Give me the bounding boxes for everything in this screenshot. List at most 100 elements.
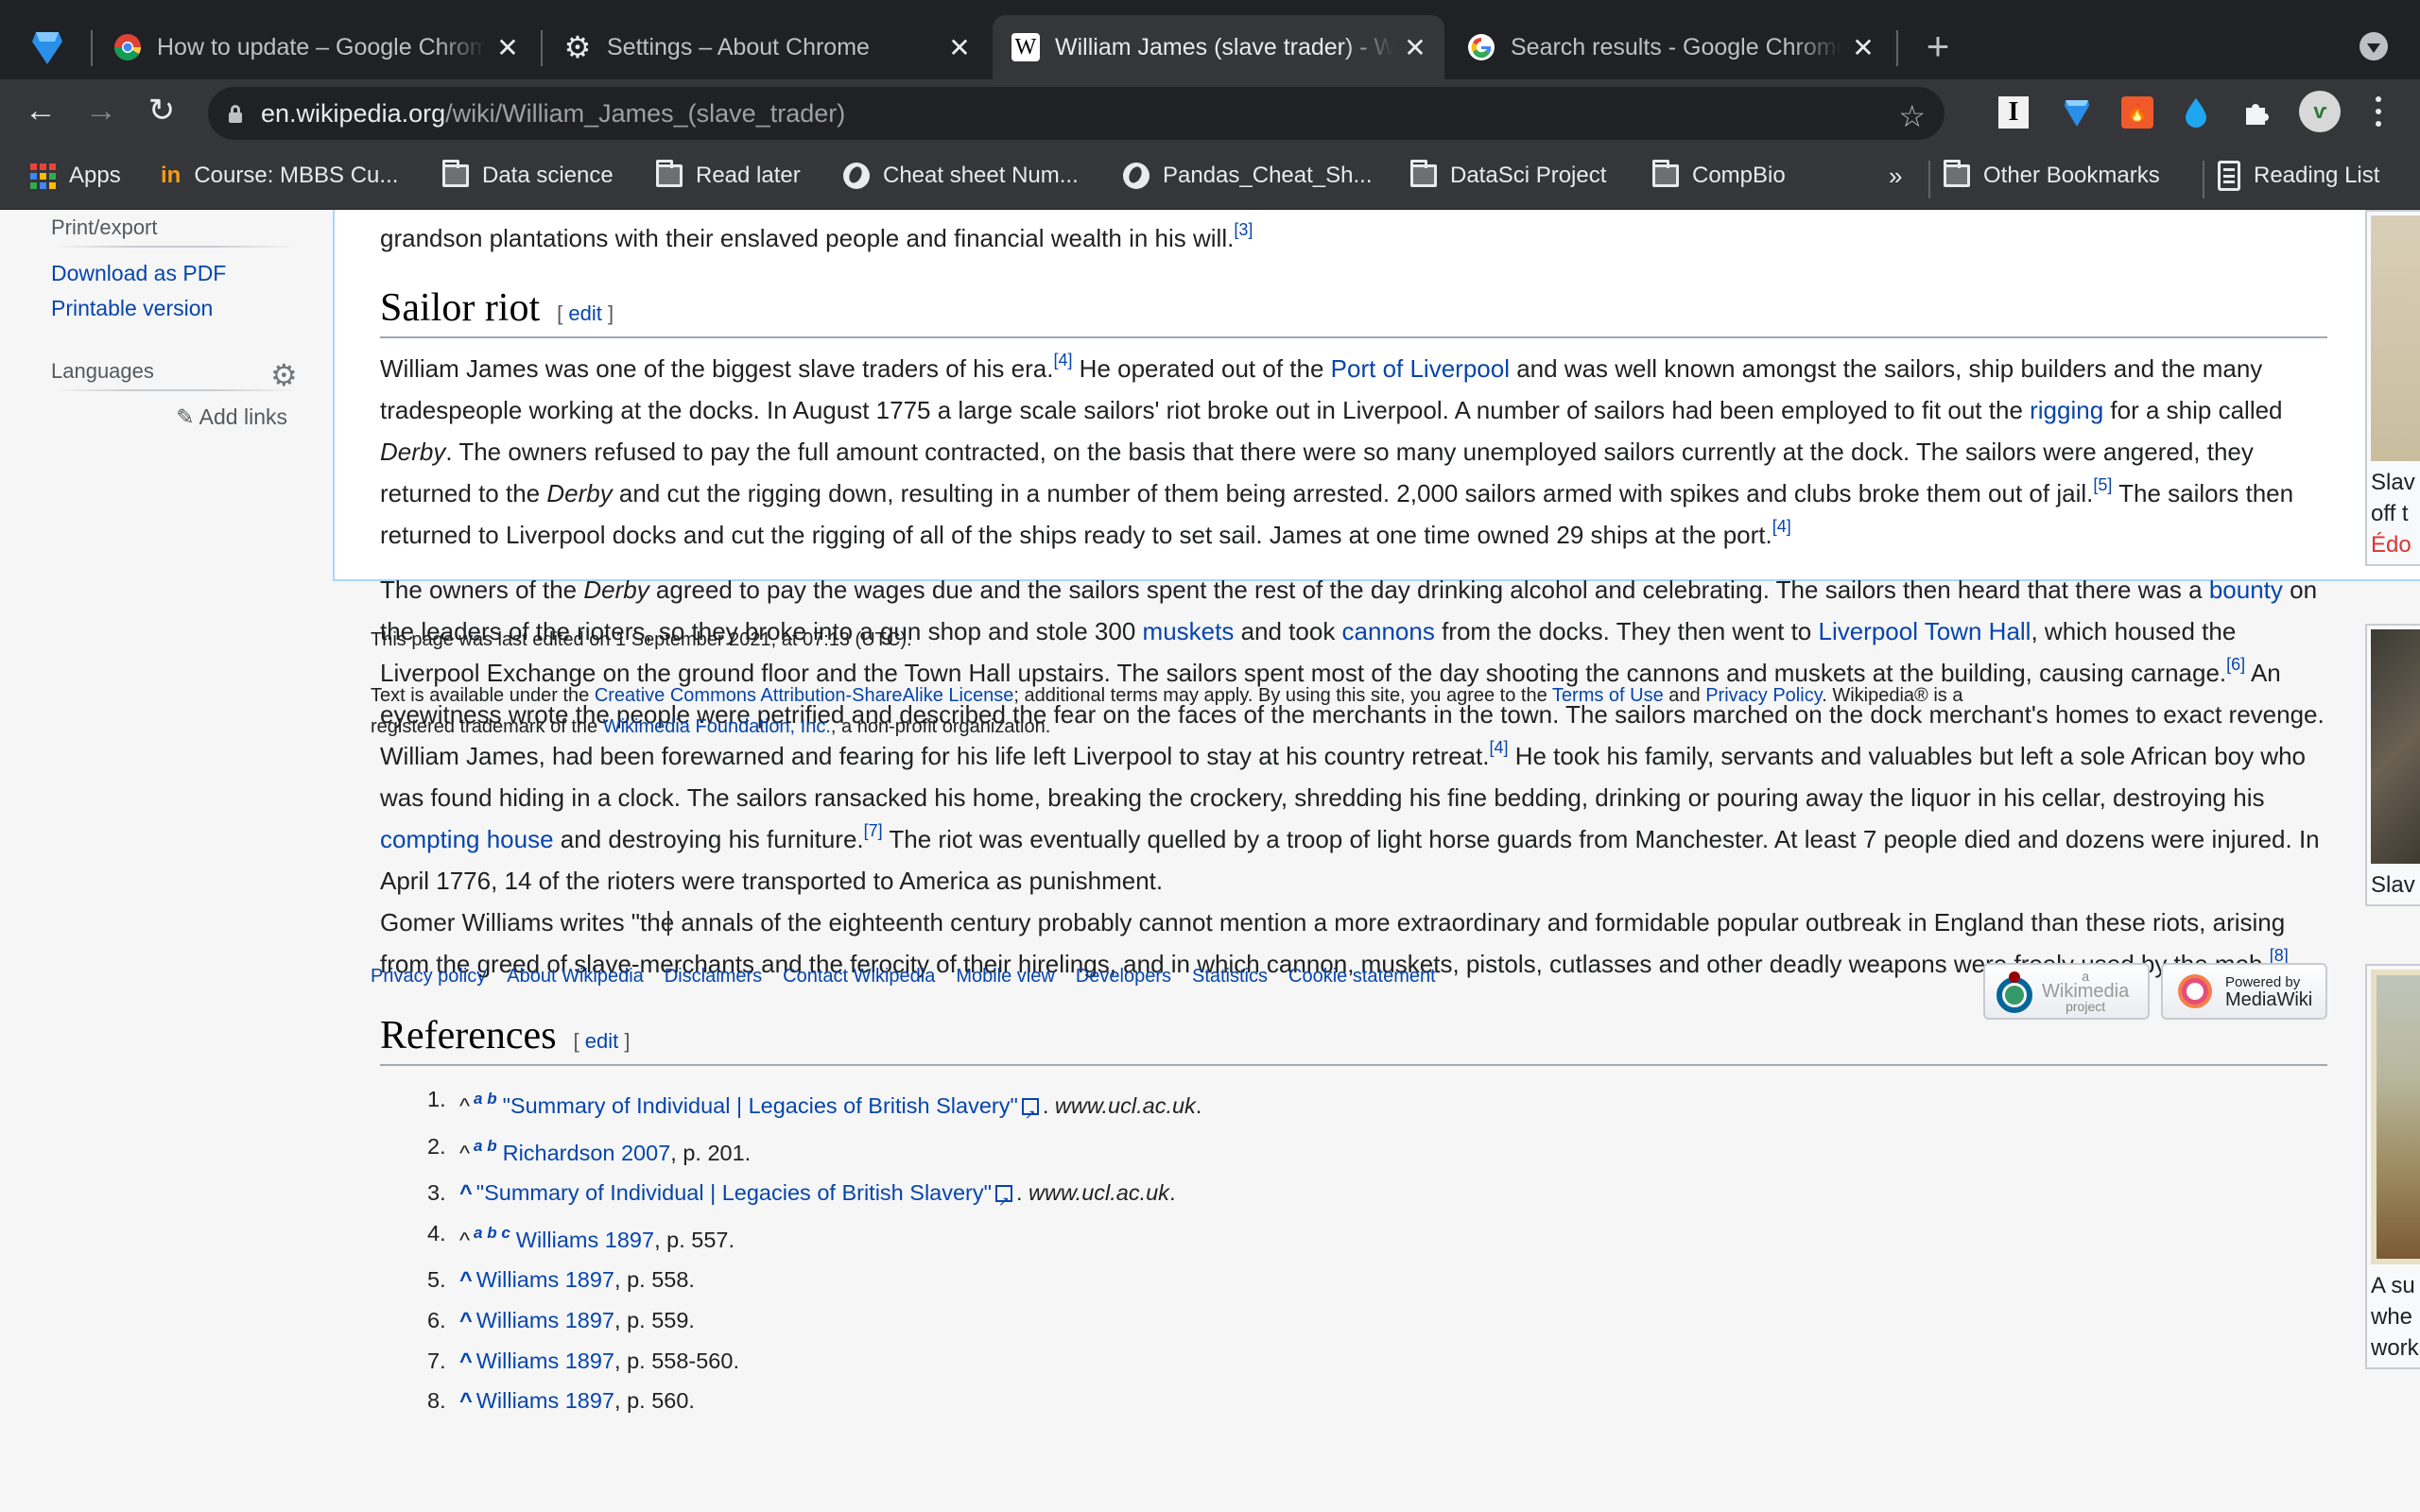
- printable-version-link[interactable]: Printable version: [51, 296, 297, 321]
- citation-link[interactable]: [4]: [1772, 517, 1791, 536]
- privacy-policy-link[interactable]: Privacy Policy: [1705, 685, 1822, 706]
- close-tab-icon[interactable]: ✕: [1401, 33, 1429, 62]
- citation-link[interactable]: [3]: [1234, 220, 1253, 239]
- arrow-left-icon: ←: [25, 92, 57, 129]
- extensions-puzzle-icon[interactable]: [2240, 96, 2273, 129]
- close-tab-icon[interactable]: ✕: [945, 33, 974, 62]
- tab-search-button[interactable]: [2360, 32, 2388, 60]
- footer-link-mobile-view[interactable]: Mobile view: [956, 966, 1054, 988]
- tab-william-james[interactable]: W William James (slave trader) - Wikiped…: [993, 15, 1444, 79]
- edit-section-link[interactable]: edit: [585, 1029, 618, 1053]
- bookmarks-overflow-button[interactable]: »: [1889, 159, 1902, 193]
- backlink-caret[interactable]: ^: [459, 1180, 473, 1205]
- reference-link[interactable]: Williams 1897: [516, 1228, 654, 1252]
- new-tab-button[interactable]: +: [1919, 26, 1957, 66]
- close-tab-icon[interactable]: ✕: [1849, 33, 1877, 62]
- cannons-link[interactable]: cannons: [1342, 617, 1435, 645]
- backlink-letters[interactable]: a b: [474, 1137, 497, 1155]
- reference-link[interactable]: Williams 1897: [476, 1267, 614, 1292]
- reading-list-button[interactable]: Reading List: [2218, 159, 2379, 193]
- cc-license-link[interactable]: Creative Commons Attribution-ShareAlike …: [595, 685, 1014, 706]
- footer-link-about[interactable]: About Wikipedia: [507, 966, 644, 988]
- reload-button[interactable]: ↻: [140, 89, 183, 132]
- reference-item: 8. ^ Williams 1897, p. 560.: [427, 1381, 2327, 1421]
- backlink-caret: ^: [459, 1093, 471, 1118]
- back-button[interactable]: ←: [19, 89, 62, 132]
- tab-settings-about-chrome[interactable]: ⚙ Settings – About Chrome ✕: [544, 15, 989, 79]
- bookmark-course[interactable]: in Course: MBBS Cu...: [161, 159, 398, 193]
- backlink-caret[interactable]: ^: [459, 1349, 473, 1373]
- bounty-link[interactable]: bounty: [2209, 576, 2283, 604]
- sugar-cane-image[interactable]: [2371, 970, 2420, 1264]
- profile-avatar[interactable]: ⱱ: [2299, 91, 2341, 132]
- add-links-button[interactable]: ✎ Add links: [51, 404, 297, 430]
- reference-link[interactable]: "Summary of Individual | Legacies of Bri…: [503, 1093, 1018, 1118]
- liverpool-town-hall-link[interactable]: Liverpool Town Hall: [1818, 617, 2031, 645]
- port-of-liverpool-link[interactable]: Port of Liverpool: [1331, 354, 1510, 383]
- bookmark-data-science[interactable]: Data science: [442, 159, 614, 193]
- reference-link[interactable]: "Summary of Individual | Legacies of Bri…: [476, 1180, 992, 1205]
- citation-link[interactable]: [7]: [864, 821, 883, 840]
- rigging-link[interactable]: rigging: [2030, 396, 2103, 424]
- language-settings-gear-icon[interactable]: ⚙: [270, 360, 298, 390]
- terms-of-use-link[interactable]: Terms of Use: [1552, 685, 1664, 706]
- instapaper-extension-icon[interactable]: I: [1998, 96, 2029, 129]
- backlink-letters[interactable]: a b c: [474, 1224, 510, 1242]
- backlink-letters[interactable]: a b: [474, 1090, 497, 1108]
- wikimedia-project-badge[interactable]: a Wikimedia project: [1983, 963, 2150, 1020]
- reference-link[interactable]: Williams 1897: [476, 1388, 614, 1413]
- bookmark-compbio[interactable]: CompBio: [1652, 159, 1786, 193]
- bookmark-star-icon[interactable]: ☆: [1898, 98, 1926, 134]
- folder-icon: [1944, 160, 1970, 187]
- footer-link-disclaimers[interactable]: Disclaimers: [665, 966, 762, 988]
- bookmark-datasci-project[interactable]: DataSci Project: [1410, 159, 1606, 193]
- slave-ship-image[interactable]: [2371, 215, 2420, 461]
- caption-redlink[interactable]: Édo: [2371, 529, 2420, 560]
- close-tab-icon[interactable]: ✕: [493, 33, 522, 62]
- reference-link[interactable]: Richardson 2007: [503, 1141, 671, 1165]
- url-text[interactable]: en.wikipedia.org/wiki/William_James_(sla…: [261, 99, 845, 129]
- footer-link-privacy-policy[interactable]: Privacy policy: [371, 966, 486, 988]
- bookmark-cheat-sheet-numpy[interactable]: Cheat sheet Num...: [843, 159, 1079, 193]
- citation-link[interactable]: [4]: [1053, 351, 1072, 369]
- text: . Wikipedia® is a: [1822, 685, 1963, 706]
- footer-link-cookie-statement[interactable]: Cookie statement: [1288, 966, 1436, 988]
- thumbnail-slave-deck[interactable]: Slav: [2365, 624, 2420, 906]
- bookmark-label: Course: MBBS Cu...: [194, 163, 399, 188]
- chrome-menu-button[interactable]: [2369, 93, 2388, 130]
- footer-link-statistics[interactable]: Statistics: [1192, 966, 1268, 988]
- tab-how-to-update[interactable]: How to update – Google Chrome Help ✕: [95, 15, 537, 79]
- raindrop-extension-icon[interactable]: [2180, 96, 2212, 129]
- footer-link-contact[interactable]: Contact Wikipedia: [783, 966, 935, 988]
- citation-link[interactable]: [5]: [2093, 475, 2112, 494]
- citation-link[interactable]: [8]: [2270, 946, 2289, 965]
- reference-link[interactable]: Williams 1897: [476, 1308, 614, 1332]
- bookmark-other-bookmarks[interactable]: Other Bookmarks: [1944, 159, 2160, 193]
- fire-extension-icon[interactable]: 🔥: [2121, 96, 2153, 129]
- gem-extension-icon[interactable]: [2061, 96, 2093, 129]
- citation-link[interactable]: [6]: [2226, 655, 2245, 674]
- download-pdf-link[interactable]: Download as PDF: [51, 261, 297, 286]
- tab-search-results[interactable]: Search results - Google Chrome Help ✕: [1448, 15, 1893, 79]
- backlink-caret[interactable]: ^: [459, 1267, 473, 1292]
- bookmark-pandas-cheat-sheet[interactable]: Pandas_Cheat_Sh...: [1123, 159, 1373, 193]
- bookmark-read-later[interactable]: Read later: [656, 159, 801, 193]
- edit-section-link[interactable]: edit: [568, 301, 601, 325]
- caption-line: off t: [2371, 501, 2409, 526]
- backlink-caret[interactable]: ^: [459, 1388, 473, 1413]
- thumbnail-slave-ship[interactable]: Slav off t Édo: [2365, 210, 2420, 566]
- reference-link[interactable]: Williams 1897: [476, 1349, 614, 1373]
- pinned-tab-extension[interactable]: [30, 28, 64, 66]
- footer-link-developers[interactable]: Developers: [1076, 966, 1171, 988]
- muskets-link[interactable]: muskets: [1143, 617, 1235, 645]
- slave-deck-image[interactable]: [2371, 629, 2420, 864]
- backlink-caret[interactable]: ^: [459, 1308, 473, 1332]
- thumbnail-sugar-cane[interactable]: A su whe work: [2365, 964, 2420, 1369]
- compting-house-link[interactable]: compting house: [380, 825, 554, 853]
- powered-by-mediawiki-badge[interactable]: Powered by MediaWiki: [2161, 963, 2327, 1020]
- address-bar[interactable]: en.wikipedia.org/wiki/William_James_(sla…: [208, 87, 1945, 140]
- citation-link[interactable]: [4]: [1489, 738, 1508, 757]
- forward-button[interactable]: →: [79, 89, 123, 132]
- wikimedia-foundation-link[interactable]: Wikimedia Foundation, Inc.: [603, 716, 831, 737]
- bookmark-apps[interactable]: Apps: [30, 159, 121, 193]
